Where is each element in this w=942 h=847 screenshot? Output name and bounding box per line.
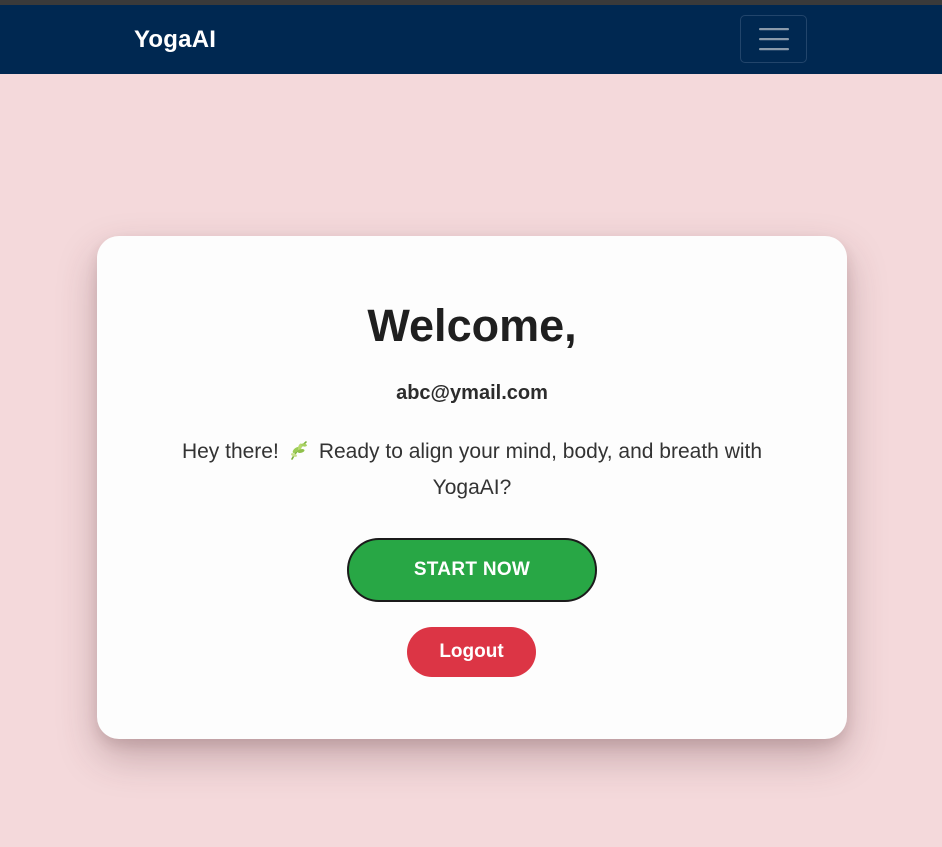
- brand-logo-text[interactable]: YogaAI: [134, 25, 216, 55]
- welcome-card: Welcome, abc@ymail.com Hey there! Ready …: [97, 236, 847, 739]
- hamburger-menu-icon: [758, 28, 789, 51]
- welcome-heading: Welcome,: [367, 300, 577, 351]
- start-now-button[interactable]: START NOW: [347, 538, 597, 602]
- herb-leaf-icon: [287, 438, 309, 471]
- navbar-toggle-button[interactable]: [740, 15, 807, 63]
- message-text: Ready to align your mind, body, and brea…: [318, 440, 763, 499]
- navbar: YogaAI: [0, 5, 942, 74]
- logout-button[interactable]: Logout: [407, 627, 536, 677]
- message-greeting: Hey there!: [181, 440, 279, 463]
- welcome-message: Hey there! Ready to align your mind, bod…: [157, 435, 787, 504]
- user-email: abc@ymail.com: [396, 382, 548, 404]
